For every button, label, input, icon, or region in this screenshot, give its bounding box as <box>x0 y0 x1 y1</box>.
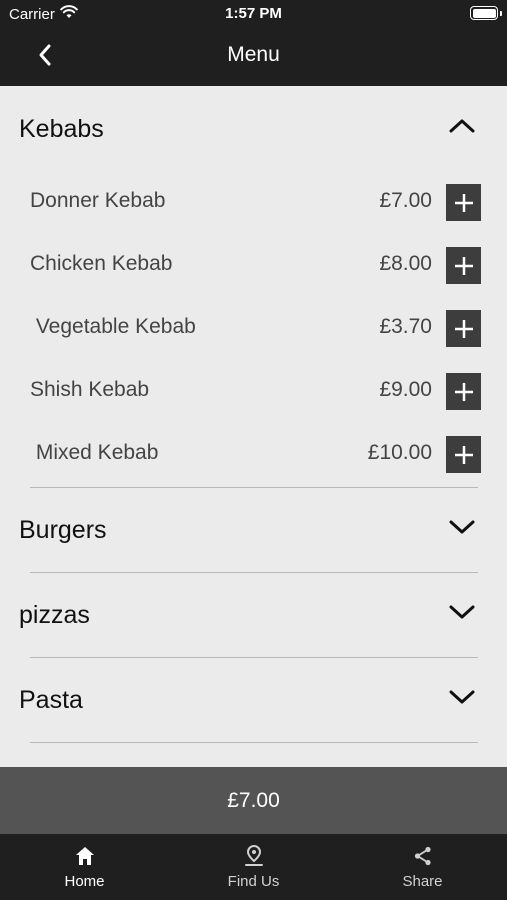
home-icon <box>73 844 97 868</box>
battery-icon <box>470 6 498 20</box>
add-item-button[interactable] <box>446 184 481 221</box>
menu-item-row: Chicken Kebab £8.00 <box>0 235 507 295</box>
add-item-button[interactable] <box>446 247 481 284</box>
item-name: Vegetable Kebab <box>30 315 196 338</box>
category-header-burgers[interactable]: Burgers <box>0 488 507 572</box>
basket-total: £7.00 <box>227 788 280 812</box>
chevron-down-icon <box>447 597 477 627</box>
tab-share[interactable]: Share <box>338 834 507 900</box>
location-pin-icon <box>242 844 266 868</box>
share-icon <box>411 844 435 868</box>
navigation-bar: Menu <box>0 30 507 86</box>
add-item-button[interactable] <box>446 436 481 473</box>
item-name: Chicken Kebab <box>30 252 173 275</box>
tab-label: Find Us <box>227 873 280 890</box>
chevron-up-icon <box>447 111 477 141</box>
item-price: £9.00 <box>379 378 432 401</box>
item-price: £8.00 <box>379 252 432 275</box>
menu-item-row: Donner Kebab £7.00 <box>0 172 507 232</box>
menu-item-row: Vegetable Kebab £3.70 <box>0 298 507 358</box>
item-name: Mixed Kebab <box>30 441 159 464</box>
basket-total-button[interactable]: £7.00 <box>0 767 507 834</box>
tab-find-us[interactable]: Find Us <box>169 834 338 900</box>
menu-item-row: Mixed Kebab £10.00 <box>0 424 507 484</box>
plus-icon <box>454 256 473 275</box>
chevron-down-icon <box>447 512 477 542</box>
plus-icon <box>454 382 473 401</box>
add-item-button[interactable] <box>446 373 481 410</box>
divider <box>30 742 478 743</box>
plus-icon <box>454 445 473 464</box>
category-label: pizzas <box>19 601 90 629</box>
category-header-pizzas[interactable]: pizzas <box>0 573 507 657</box>
tab-label: Share <box>402 873 443 890</box>
battery-tip <box>500 11 502 16</box>
item-price: £3.70 <box>379 315 432 338</box>
status-time: 1:57 PM <box>225 5 282 22</box>
item-price: £7.00 <box>379 189 432 212</box>
item-name: Donner Kebab <box>30 189 166 212</box>
category-label: Pasta <box>19 686 83 714</box>
tab-label: Home <box>64 873 105 890</box>
item-price: £10.00 <box>367 441 432 464</box>
category-label: Burgers <box>19 516 107 544</box>
status-bar: Carrier 1:57 PM <box>0 0 507 30</box>
menu-list[interactable]: Kebabs Donner Kebab £7.00 Chicken Kebab … <box>0 86 507 767</box>
category-header-kebabs[interactable]: Kebabs <box>0 86 507 170</box>
plus-icon <box>454 193 473 212</box>
tab-home[interactable]: Home <box>0 834 169 900</box>
item-name: Shish Kebab <box>30 378 150 401</box>
tab-bar: Home Find Us Share <box>0 834 507 900</box>
category-header-pasta[interactable]: Pasta <box>0 658 507 742</box>
add-item-button[interactable] <box>446 310 481 347</box>
chevron-down-icon <box>447 682 477 712</box>
menu-item-row: Shish Kebab £9.00 <box>0 361 507 421</box>
plus-icon <box>454 319 473 338</box>
page-title: Menu <box>227 43 280 66</box>
category-label: Kebabs <box>19 115 104 143</box>
